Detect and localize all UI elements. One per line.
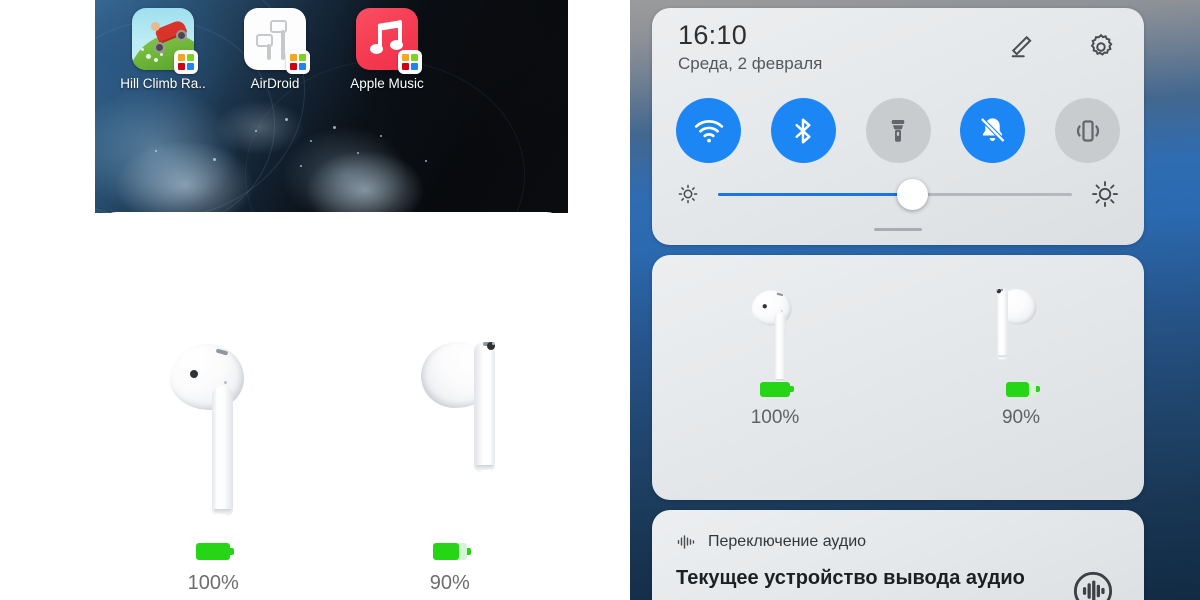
date-label: Среда, 2 февраля (678, 54, 823, 73)
app-cloner-badge-icon (174, 50, 198, 74)
bell-slash-icon (980, 117, 1006, 143)
battery-icon (1006, 382, 1040, 397)
battery-icon (432, 543, 471, 560)
airpod-right-icon (996, 289, 1046, 360)
airpod-left-icon (751, 289, 800, 383)
battery-percent-label: 90% (429, 572, 470, 594)
notification-shade: 16:10 Среда, 2 февраля 100% 90% Переключ… (630, 0, 1200, 600)
airpod-right-icon (405, 342, 495, 517)
airpod-left-entry: 100% (95, 342, 332, 595)
app-icon-wrap[interactable] (356, 8, 422, 74)
flashlight-icon (891, 119, 905, 142)
brightness-slider-track[interactable] (718, 178, 1072, 210)
screenshot-root: Hill Climb Ra.. AirDroid Apple Music 100… (0, 0, 1200, 600)
battery-icon (196, 543, 235, 560)
pencil-icon (1011, 35, 1032, 58)
app-icon-wrap[interactable] (244, 8, 310, 74)
vibrate-toggle[interactable] (1055, 98, 1120, 163)
brightness-slider-row[interactable] (676, 176, 1120, 212)
app-icon-wrap[interactable] (132, 8, 198, 74)
bluetooth-icon (795, 118, 811, 143)
audio-output-device-icon (1073, 571, 1113, 600)
settings-button[interactable] (1086, 32, 1116, 67)
clock-label: 16:10 (678, 20, 748, 50)
mute-toggle[interactable] (960, 98, 1026, 163)
battery-icon (760, 382, 794, 397)
airpods-battery-card[interactable]: 100% 90% (652, 255, 1144, 500)
airpod-left-entry: 100% (652, 289, 898, 429)
home-screen-app-row: Hill Climb Ra.. AirDroid Apple Music (95, 0, 568, 105)
airpod-left-icon (168, 342, 258, 517)
airpods-battery-row: 100% 90% (95, 342, 568, 595)
app-label: AirDroid (250, 76, 300, 91)
home-screen-wallpaper: Hill Climb Ra.. AirDroid Apple Music (95, 0, 568, 213)
app-cloner-badge-icon (398, 50, 422, 74)
audio-current-device-title: Текущее устройство вывода аудио (676, 567, 1025, 589)
wifi-toggle[interactable] (676, 98, 741, 163)
flashlight-toggle[interactable] (865, 98, 931, 163)
app-item-hill-climb-racing[interactable]: Hill Climb Ra.. (107, 8, 219, 91)
app-label: Apple Music (350, 76, 424, 91)
airpods-battery-row: 100% 90% (652, 289, 1144, 429)
airpod-right-entry: 90% (898, 289, 1144, 429)
audio-switch-card[interactable]: Переключение аудио Текущее устройство вы… (652, 510, 1144, 600)
airpods-battery-sheet: 100% 90% (95, 212, 568, 600)
quick-toggle-row (676, 98, 1120, 163)
brightness-low-icon (678, 184, 698, 204)
app-cloner-badge-icon (286, 50, 310, 74)
airpod-right-entry: 90% (332, 342, 569, 595)
quick-settings-card: 16:10 Среда, 2 февраля (652, 8, 1144, 245)
brightness-slider-fill (718, 192, 913, 196)
audio-output-device-button[interactable] (1070, 568, 1116, 600)
audio-switch-header-label: Переключение аудио (708, 533, 867, 550)
bluetooth-toggle[interactable] (770, 98, 836, 163)
battery-percent-label: 90% (1001, 407, 1041, 428)
brightness-slider-thumb[interactable] (897, 178, 929, 210)
audio-wave-icon (677, 535, 695, 549)
brightness-high-icon (1092, 181, 1118, 207)
battery-percent-label: 100% (187, 572, 239, 594)
app-item-apple-music[interactable]: Apple Music (331, 8, 443, 91)
edit-button[interactable] (1006, 32, 1036, 67)
audio-switch-header: Переключение аудио (676, 532, 866, 552)
left-phone-screenshot: Hill Climb Ra.. AirDroid Apple Music 100… (0, 0, 600, 600)
app-label: Hill Climb Ra.. (120, 76, 206, 91)
battery-percent-label: 100% (750, 407, 800, 428)
gear-icon (1090, 33, 1113, 56)
vibrate-icon (1076, 119, 1099, 142)
wifi-icon (694, 119, 723, 142)
app-item-airdroid[interactable]: AirDroid (219, 8, 331, 91)
right-phone-screenshot: 16:10 Среда, 2 февраля 100% 90% Переключ… (600, 0, 1200, 600)
shade-drag-handle[interactable] (874, 228, 922, 231)
